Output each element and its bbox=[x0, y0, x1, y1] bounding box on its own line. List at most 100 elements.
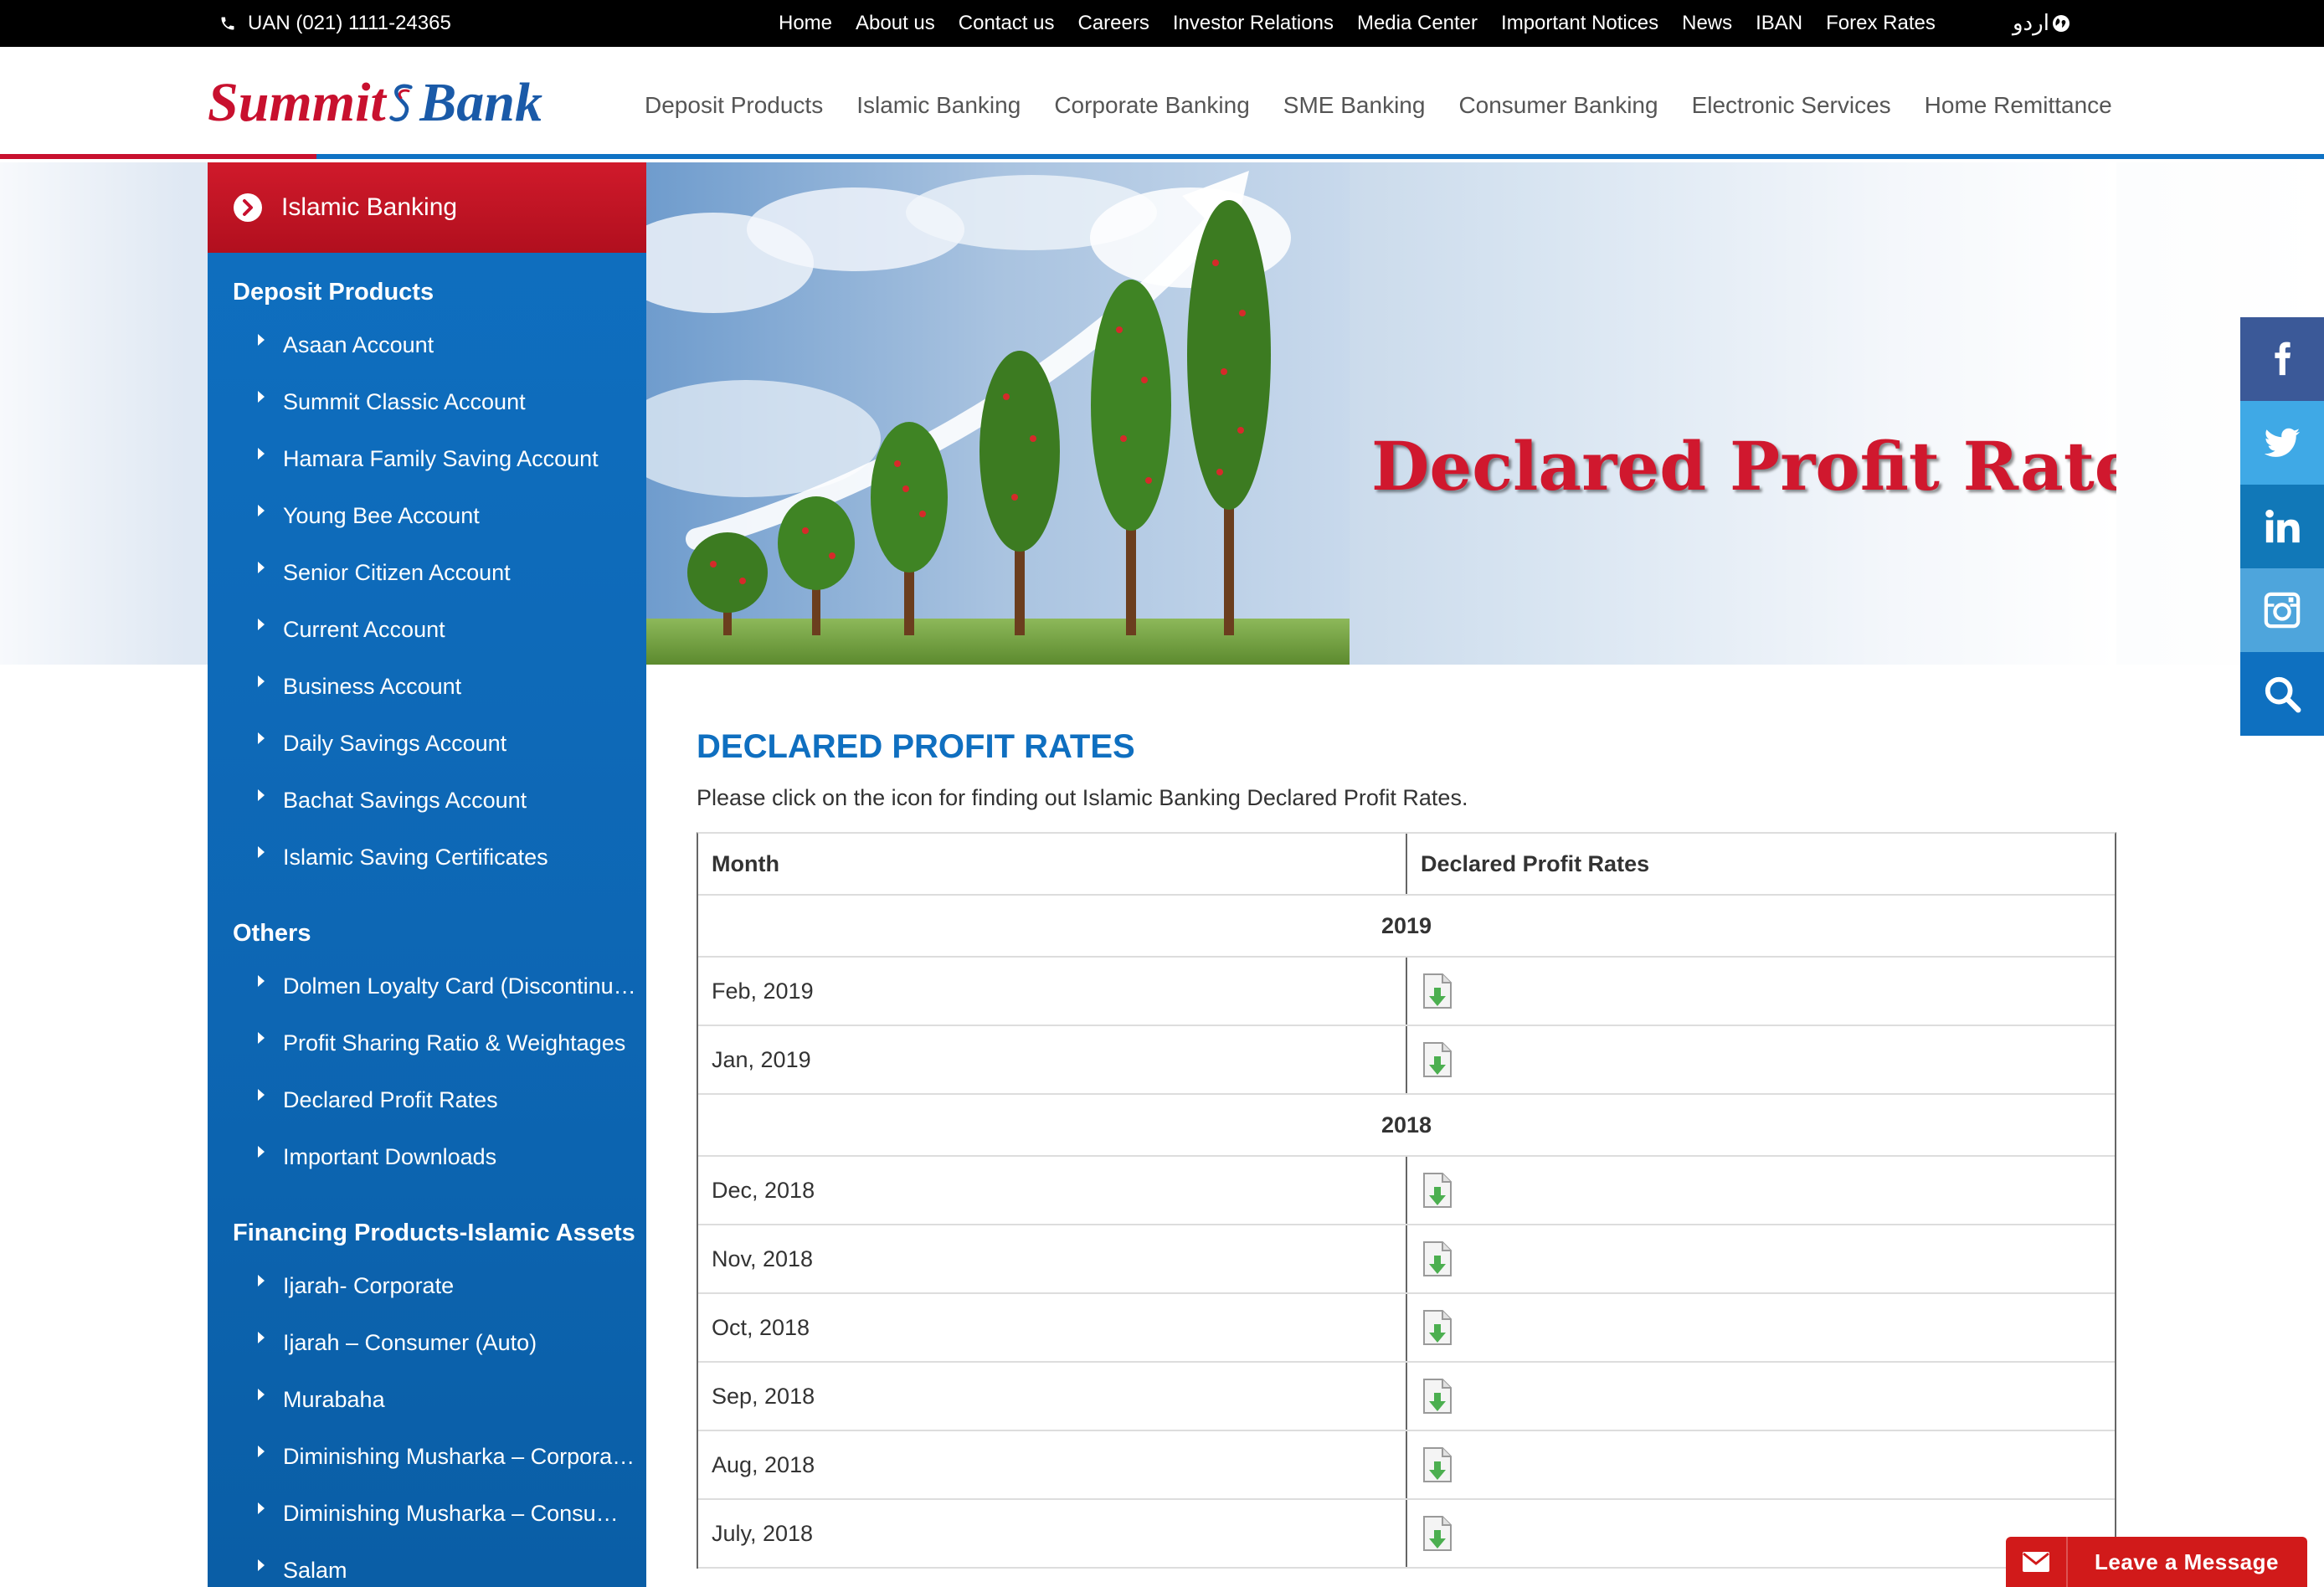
column-header-month: Month bbox=[698, 834, 1407, 894]
social-sidebar bbox=[2240, 317, 2324, 736]
language-switch[interactable]: اردو bbox=[2013, 10, 2071, 36]
nav-islamic-banking[interactable]: Islamic Banking bbox=[856, 92, 1021, 119]
caret-right-icon bbox=[258, 448, 265, 460]
top-links: Home About us Contact us Careers Investo… bbox=[779, 12, 1936, 35]
sidebar-item-salam[interactable]: Salam bbox=[208, 1542, 646, 1587]
table-row: Jan, 2019 bbox=[698, 1026, 2115, 1095]
table-row: Dec, 2018 bbox=[698, 1157, 2115, 1225]
envelope-icon bbox=[2023, 1552, 2049, 1572]
sidebar-item-young-bee-account[interactable]: Young Bee Account bbox=[208, 487, 646, 544]
sidebar-section-deposit-products[interactable]: Deposit Products bbox=[208, 253, 646, 316]
uan-contact[interactable]: UAN (021) 1111-24365 bbox=[219, 12, 451, 35]
nav-home-remittance[interactable]: Home Remittance bbox=[1925, 92, 2112, 119]
nav-corporate-banking[interactable]: Corporate Banking bbox=[1054, 92, 1249, 119]
sidebar-item-diminishing-musharka-corporate[interactable]: Diminishing Musharka – Corpora… bbox=[208, 1428, 646, 1485]
instagram-button[interactable] bbox=[2240, 568, 2324, 652]
sidebar-item-bachat-savings-account[interactable]: Bachat Savings Account bbox=[208, 772, 646, 829]
sidebar-heading[interactable]: Islamic Banking bbox=[208, 162, 646, 253]
sidebar-item-murabaha[interactable]: Murabaha bbox=[208, 1371, 646, 1428]
caret-right-icon bbox=[258, 1089, 265, 1101]
sidebar-item-daily-savings-account[interactable]: Daily Savings Account bbox=[208, 715, 646, 772]
download-file-icon[interactable] bbox=[1421, 1240, 1454, 1277]
sidebar-item-business-account[interactable]: Business Account bbox=[208, 658, 646, 715]
sidebar-section-others[interactable]: Others bbox=[208, 886, 646, 958]
table-header-row: Month Declared Profit Rates bbox=[698, 834, 2115, 896]
toplink-careers[interactable]: Careers bbox=[1078, 12, 1149, 35]
toplink-news[interactable]: News bbox=[1682, 12, 1732, 35]
sidebar-item-summit-classic-account[interactable]: Summit Classic Account bbox=[208, 373, 646, 430]
toplink-important-notices[interactable]: Important Notices bbox=[1501, 12, 1658, 35]
download-cell bbox=[1407, 1363, 2115, 1430]
phone-icon bbox=[221, 17, 234, 30]
twitter-button[interactable] bbox=[2240, 401, 2324, 485]
nav-deposit-products[interactable]: Deposit Products bbox=[645, 92, 823, 119]
table-year-row: 2018 bbox=[698, 1095, 2115, 1157]
facebook-icon bbox=[2275, 342, 2291, 376]
header-blue-line bbox=[316, 154, 2324, 159]
download-file-icon[interactable] bbox=[1421, 1515, 1454, 1552]
toplink-contact[interactable]: Contact us bbox=[959, 12, 1055, 35]
leave-message-button[interactable]: Leave a Message bbox=[2006, 1537, 2307, 1587]
linkedin-icon bbox=[2265, 509, 2300, 543]
download-file-icon[interactable] bbox=[1421, 1172, 1454, 1209]
facebook-button[interactable] bbox=[2240, 317, 2324, 401]
sidebar-heading-label: Islamic Banking bbox=[281, 193, 458, 221]
sidebar-item-declared-profit-rates[interactable]: Declared Profit Rates bbox=[208, 1071, 646, 1128]
download-file-icon[interactable] bbox=[1421, 1446, 1454, 1483]
sidebar-section-financing-products[interactable]: Financing Products-Islamic Assets bbox=[208, 1185, 646, 1257]
download-file-icon[interactable] bbox=[1421, 1041, 1454, 1078]
download-cell bbox=[1407, 1294, 2115, 1361]
globe-icon bbox=[2052, 14, 2069, 32]
sidebar-item-dolmen-loyalty-card[interactable]: Dolmen Loyalty Card (Discontinu… bbox=[208, 958, 646, 1014]
nav-sme-banking[interactable]: SME Banking bbox=[1283, 92, 1426, 119]
twitter-icon bbox=[2264, 428, 2301, 457]
table-row: Feb, 2019 bbox=[698, 958, 2115, 1026]
table-row: Sep, 2018 bbox=[698, 1363, 2115, 1431]
header-red-line bbox=[0, 154, 316, 159]
sidebar-item-important-downloads[interactable]: Important Downloads bbox=[208, 1128, 646, 1185]
download-cell bbox=[1407, 958, 2115, 1025]
nav-consumer-banking[interactable]: Consumer Banking bbox=[1458, 92, 1658, 119]
caret-right-icon bbox=[258, 846, 265, 858]
search-icon bbox=[2265, 676, 2301, 713]
toplink-investor-relations[interactable]: Investor Relations bbox=[1173, 12, 1334, 35]
sidebar-item-ijarah-consumer-auto[interactable]: Ijarah – Consumer (Auto) bbox=[208, 1314, 646, 1371]
nav-electronic-services[interactable]: Electronic Services bbox=[1692, 92, 1891, 119]
toplink-forex-rates[interactable]: Forex Rates bbox=[1826, 12, 1936, 35]
uan-text: UAN (021) 1111-24365 bbox=[248, 12, 451, 34]
sidebar-item-senior-citizen-account[interactable]: Senior Citizen Account bbox=[208, 544, 646, 601]
toplink-about[interactable]: About us bbox=[856, 12, 935, 35]
caret-right-icon bbox=[258, 1332, 265, 1343]
caret-right-icon bbox=[258, 1559, 265, 1571]
search-button[interactable] bbox=[2240, 652, 2324, 736]
table-row: Oct, 2018 bbox=[698, 1294, 2115, 1363]
top-bar: UAN (021) 1111-24365 Home About us Conta… bbox=[0, 0, 2324, 47]
table-row: Nov, 2018 bbox=[698, 1225, 2115, 1294]
sidebar-item-hamara-family-saving[interactable]: Hamara Family Saving Account bbox=[208, 430, 646, 487]
summit-bank-logo[interactable]: Summit Bank bbox=[208, 65, 542, 141]
download-file-icon[interactable] bbox=[1421, 973, 1454, 1009]
download-file-icon[interactable] bbox=[1421, 1378, 1454, 1415]
sidebar-item-islamic-saving-certificates[interactable]: Islamic Saving Certificates bbox=[208, 829, 646, 886]
caret-right-icon bbox=[258, 505, 265, 516]
main-nav: Deposit Products Islamic Banking Corpora… bbox=[645, 92, 2112, 119]
download-file-icon[interactable] bbox=[1421, 1309, 1454, 1346]
download-cell bbox=[1407, 1157, 2115, 1224]
sidebar-item-current-account[interactable]: Current Account bbox=[208, 601, 646, 658]
table-row: July, 2018 bbox=[698, 1500, 2115, 1569]
logo-word-bank: Bank bbox=[419, 72, 542, 133]
banner-headline: Declared Profit Rates bbox=[1371, 427, 2116, 506]
caret-right-icon bbox=[258, 1502, 265, 1514]
hero-banner: Declared Profit Rates bbox=[646, 162, 2116, 665]
sidebar-item-asaan-account[interactable]: Asaan Account bbox=[208, 316, 646, 373]
sidebar-item-ijarah-corporate[interactable]: Ijarah- Corporate bbox=[208, 1257, 646, 1314]
sidebar-item-diminishing-musharka-consumer[interactable]: Diminishing Musharka – Consu… bbox=[208, 1485, 646, 1542]
column-header-rates: Declared Profit Rates bbox=[1421, 850, 1650, 876]
caret-right-icon bbox=[258, 1446, 265, 1457]
sidebar-item-profit-sharing-ratio[interactable]: Profit Sharing Ratio & Weightages bbox=[208, 1014, 646, 1071]
toplink-home[interactable]: Home bbox=[779, 12, 832, 35]
linkedin-button[interactable] bbox=[2240, 485, 2324, 568]
month-cell: Jan, 2019 bbox=[698, 1026, 1407, 1093]
toplink-media-center[interactable]: Media Center bbox=[1357, 12, 1478, 35]
toplink-iban[interactable]: IBAN bbox=[1756, 12, 1802, 35]
